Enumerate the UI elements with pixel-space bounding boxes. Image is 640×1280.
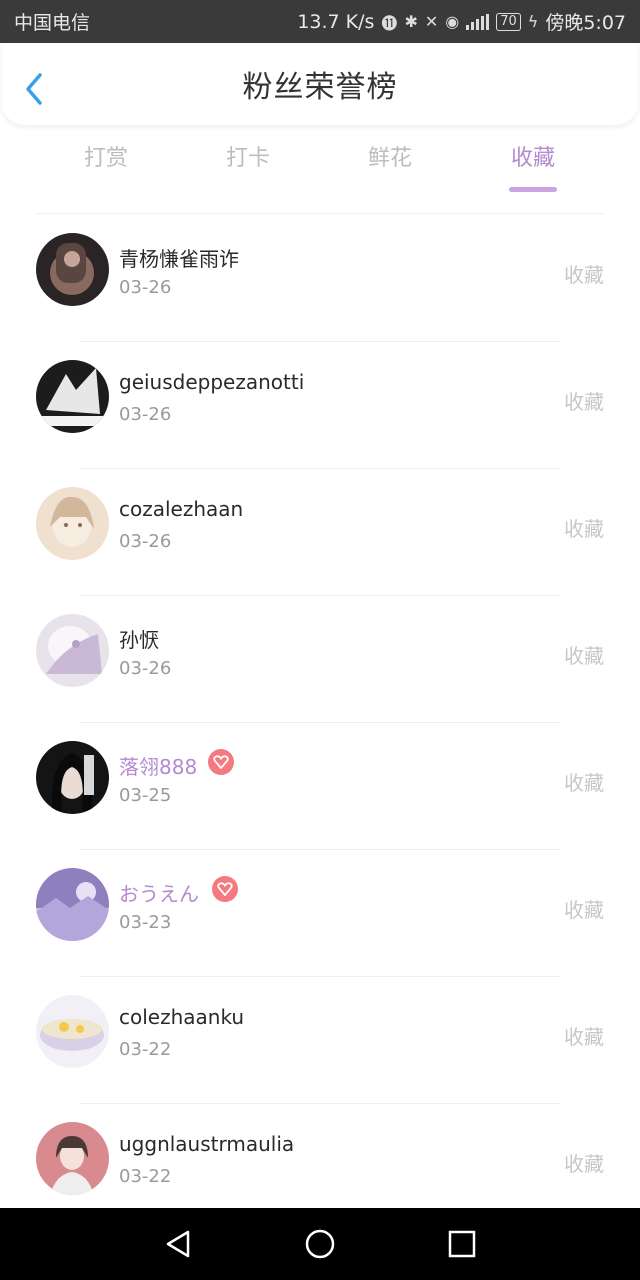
user-name: cozalezhaan [119, 497, 244, 521]
avatar[interactable] [36, 1122, 109, 1195]
date-label: 03-26 [119, 531, 172, 552]
network-speed: 13.7 K/s [297, 10, 375, 33]
date-label: 03-22 [119, 1039, 172, 1060]
header: 粉丝荣誉榜 [2, 43, 638, 125]
heart-badge-icon [208, 749, 234, 775]
avatar[interactable] [36, 360, 109, 433]
list-item[interactable]: おうえん 03-23 收藏 [0, 850, 640, 977]
status-indicators: 13.7 K/s ⓫ ✱ ✕ ◉ 70 ϟ 傍晚5:07 [297, 8, 626, 35]
user-name: uggnlaustrmaulia [119, 1132, 295, 1156]
active-tab-indicator [509, 187, 557, 192]
action-label: 收藏 [564, 1025, 604, 1049]
list-item[interactable]: 落翎888 03-25 收藏 [0, 723, 640, 850]
user-name-text: おうえん [119, 882, 199, 906]
action-label: 收藏 [564, 644, 604, 668]
list-item[interactable]: cozalezhaan 03-26 收藏 [0, 469, 640, 596]
tab-label: 打赏 [83, 146, 128, 171]
avatar[interactable] [36, 233, 109, 306]
action-label: 收藏 [564, 771, 604, 795]
chevron-left-icon [26, 73, 42, 105]
user-name: 青杨慊雀雨诈 [119, 247, 239, 271]
avatar[interactable] [36, 614, 109, 687]
avatar[interactable] [36, 741, 109, 814]
circle-home-icon [305, 1229, 335, 1259]
tab-reward[interactable]: 打赏 [36, 140, 176, 192]
charging-icon: ϟ [527, 12, 539, 31]
carrier-label: 中国电信 [14, 12, 91, 34]
avatar[interactable] [36, 995, 109, 1068]
list-item[interactable]: colezhaanku 03-22 收藏 [0, 977, 640, 1104]
action-label: 收藏 [564, 898, 604, 922]
user-name-text: 落翎888 [119, 755, 198, 779]
nav-back-button[interactable] [162, 1228, 194, 1260]
avatar[interactable] [36, 868, 109, 941]
tab-flowers[interactable]: 鲜花 [320, 140, 460, 192]
tab-checkin[interactable]: 打卡 [178, 140, 318, 192]
fan-list: 青杨慊雀雨诈 03-26 收藏 geiusdeppezanotti 03-26 … [0, 215, 640, 1231]
date-label: 03-26 [119, 658, 172, 679]
tab-favorites[interactable]: 收藏 [463, 140, 603, 192]
user-name: おうえん [119, 876, 238, 907]
signal-icon [466, 13, 490, 30]
status-bar: 中国电信 13.7 K/s ⓫ ✱ ✕ ◉ 70 ϟ 傍晚5:07 [0, 0, 640, 43]
date-label: 03-25 [119, 785, 172, 806]
list-item[interactable]: 青杨慊雀雨诈 03-26 收藏 [0, 215, 640, 342]
date-label: 03-22 [119, 1166, 172, 1187]
back-button[interactable] [22, 71, 50, 107]
action-label: 收藏 [564, 263, 604, 287]
tabs-divider [36, 213, 604, 214]
triangle-back-icon [166, 1230, 190, 1258]
date-label: 03-26 [119, 277, 172, 298]
action-label: 收藏 [564, 517, 604, 541]
user-name: 落翎888 [119, 749, 234, 780]
tab-label: 打卡 [225, 146, 270, 171]
tab-label: 收藏 [510, 146, 555, 171]
battery-icon: 70 [496, 12, 521, 31]
nav-home-button[interactable] [304, 1228, 336, 1260]
list-item[interactable]: geiusdeppezanotti 03-26 收藏 [0, 342, 640, 469]
action-label: 收藏 [564, 1152, 604, 1176]
mute-icon: ✕ [424, 12, 439, 31]
clock: 傍晚5:07 [545, 12, 626, 34]
square-recents-icon [448, 1230, 476, 1258]
tab-label: 鲜花 [367, 146, 412, 171]
nav-recents-button[interactable] [446, 1228, 478, 1260]
date-label: 03-26 [119, 404, 172, 425]
eye-icon: ◉ [445, 12, 460, 31]
date-label: 03-23 [119, 912, 172, 933]
list-item[interactable]: 孙恹 03-26 收藏 [0, 596, 640, 723]
heart-badge-icon [212, 876, 238, 902]
tab-bar: 打赏 打卡 鲜花 收藏 [0, 140, 640, 200]
system-nav-bar [0, 1208, 640, 1280]
bluetooth-icon: ✱ [404, 12, 418, 31]
action-label: 收藏 [564, 390, 604, 414]
user-name: colezhaanku [119, 1005, 245, 1029]
nfc-icon: ⓫ [381, 13, 398, 33]
avatar[interactable] [36, 487, 109, 560]
user-name: geiusdeppezanotti [119, 370, 305, 394]
page-title: 粉丝荣誉榜 [242, 70, 398, 105]
user-name: 孙恹 [119, 628, 159, 652]
